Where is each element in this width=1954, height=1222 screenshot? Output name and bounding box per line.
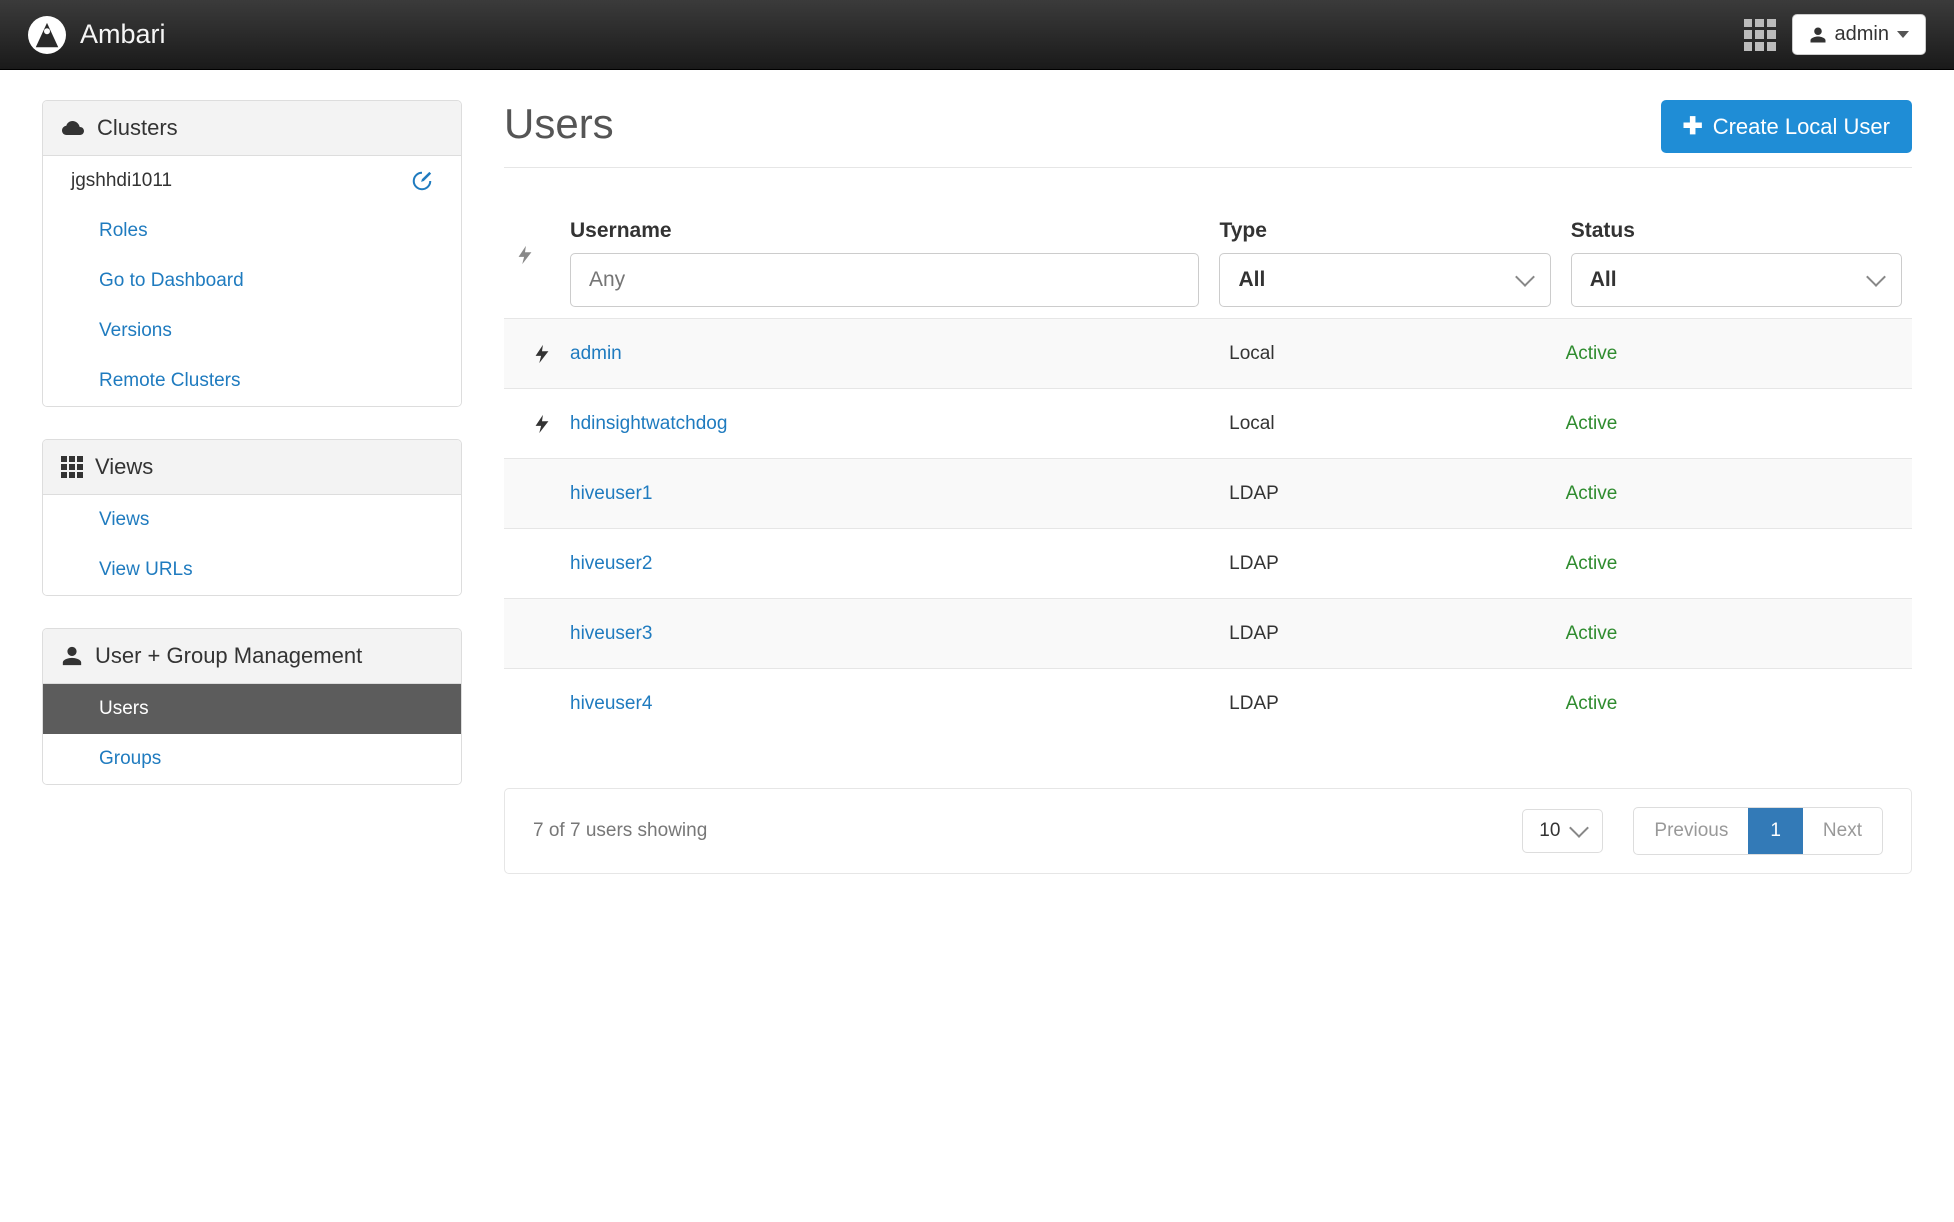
username-link[interactable]: hiveuser4 xyxy=(570,693,652,714)
user-menu-label: admin xyxy=(1835,23,1889,46)
username-filter-input[interactable] xyxy=(570,253,1199,307)
chevron-down-icon xyxy=(1515,267,1535,287)
table-row: hiveuser4 LDAPActive xyxy=(504,668,1912,738)
user-icon xyxy=(61,645,83,667)
sidebar-item-dashboard[interactable]: Go to Dashboard xyxy=(43,256,461,306)
sidebar-header-views: Views xyxy=(43,440,461,495)
page-size-value: 10 xyxy=(1539,820,1560,842)
username-link[interactable]: hiveuser3 xyxy=(570,623,652,644)
sidebar-item-remote-clusters-label: Remote Clusters xyxy=(99,370,241,392)
create-local-user-button[interactable]: ✚ Create Local User xyxy=(1661,100,1912,153)
brand[interactable]: Ambari xyxy=(28,16,166,54)
type-cell: Local xyxy=(1229,343,1565,365)
sidebar-item-roles[interactable]: Roles xyxy=(43,206,461,256)
sidebar-panel-views: Views Views View URLs xyxy=(42,439,462,596)
admin-indicator xyxy=(514,343,570,365)
nav-right: admin xyxy=(1744,14,1926,55)
type-filter-dropdown[interactable]: All xyxy=(1219,253,1550,307)
sidebar-header-clusters: Clusters xyxy=(43,101,461,156)
sidebar-item-versions[interactable]: Versions xyxy=(43,306,461,356)
admin-bolt-icon xyxy=(531,413,553,435)
sidebar-item-views[interactable]: Views xyxy=(43,495,461,545)
user-menu-button[interactable]: admin xyxy=(1792,14,1926,55)
sidebar-item-groups-label: Groups xyxy=(99,748,161,770)
cluster-name-item: jgshhdi1011 xyxy=(43,156,461,206)
type-cell: LDAP xyxy=(1229,483,1565,505)
users-table: Username Type All Status All xyxy=(504,208,1912,738)
type-cell: LDAP xyxy=(1229,623,1565,645)
pager-current-page[interactable]: 1 xyxy=(1748,808,1803,854)
col-header-status: Status xyxy=(1571,219,1902,243)
grid-icon xyxy=(61,456,83,478)
sidebar-item-groups[interactable]: Groups xyxy=(43,734,461,784)
table-row: admin LocalActive xyxy=(504,318,1912,388)
sidebar-item-users[interactable]: Users xyxy=(43,684,461,734)
cloud-icon xyxy=(61,119,85,137)
type-cell: LDAP xyxy=(1229,553,1565,575)
admin-bolt-icon xyxy=(514,244,536,266)
col-header-username: Username xyxy=(570,219,1199,243)
sidebar-item-dashboard-label: Go to Dashboard xyxy=(99,270,244,292)
pager-next-button[interactable]: Next xyxy=(1803,808,1882,854)
sidebar-item-view-urls[interactable]: View URLs xyxy=(43,545,461,595)
table-footer: 7 of 7 users showing 10 Previous 1 Next xyxy=(504,788,1912,874)
sidebar-item-roles-label: Roles xyxy=(99,220,148,242)
sidebar-header-ugm-label: User + Group Management xyxy=(95,643,362,669)
user-icon xyxy=(1809,26,1827,44)
caret-down-icon xyxy=(1897,31,1909,38)
type-filter-selected: All xyxy=(1238,268,1265,292)
username-link[interactable]: hiveuser2 xyxy=(570,553,652,574)
showing-count: 7 of 7 users showing xyxy=(533,820,707,842)
status-filter-selected: All xyxy=(1590,268,1617,292)
chevron-down-icon xyxy=(1866,267,1886,287)
sidebar-header-views-label: Views xyxy=(95,454,153,480)
status-cell: Active xyxy=(1566,553,1618,574)
cluster-name: jgshhdi1011 xyxy=(71,170,172,192)
admin-bolt-icon xyxy=(531,343,553,365)
chevron-down-icon xyxy=(1570,818,1590,838)
status-cell: Active xyxy=(1566,413,1618,434)
pager: Previous 1 Next xyxy=(1633,807,1883,855)
table-row: hiveuser1 LDAPActive xyxy=(504,458,1912,528)
apps-grid-icon[interactable] xyxy=(1744,19,1776,51)
top-navbar: Ambari admin xyxy=(0,0,1954,70)
divider xyxy=(504,167,1912,168)
table-row: hdinsightwatchdog LocalActive xyxy=(504,388,1912,458)
status-cell: Active xyxy=(1566,483,1618,504)
sidebar-panel-ugm: User + Group Management Users Groups xyxy=(42,628,462,785)
sidebar-item-users-label: Users xyxy=(99,698,149,720)
sidebar-header-ugm: User + Group Management xyxy=(43,629,461,684)
plus-icon: ✚ xyxy=(1683,112,1703,141)
username-link[interactable]: admin xyxy=(570,343,622,364)
table-row: hiveuser3 LDAPActive xyxy=(504,598,1912,668)
brand-text: Ambari xyxy=(80,19,166,50)
username-link[interactable]: hdinsightwatchdog xyxy=(570,413,727,434)
username-link[interactable]: hiveuser1 xyxy=(570,483,652,504)
col-header-type: Type xyxy=(1219,219,1550,243)
sidebar-item-views-label: Views xyxy=(99,509,149,531)
sidebar: Clusters jgshhdi1011 Roles Go to Dashboa… xyxy=(42,100,462,874)
edit-cluster-icon[interactable] xyxy=(411,170,433,192)
type-cell: LDAP xyxy=(1229,693,1565,715)
ambari-logo-icon xyxy=(28,16,66,54)
admin-indicator xyxy=(514,413,570,435)
pager-prev-button[interactable]: Previous xyxy=(1634,808,1748,854)
status-cell: Active xyxy=(1566,623,1618,644)
type-cell: Local xyxy=(1229,413,1565,435)
table-row: hiveuser2 LDAPActive xyxy=(504,528,1912,598)
status-filter-dropdown[interactable]: All xyxy=(1571,253,1902,307)
sidebar-panel-clusters: Clusters jgshhdi1011 Roles Go to Dashboa… xyxy=(42,100,462,407)
sidebar-item-versions-label: Versions xyxy=(99,320,172,342)
create-local-user-label: Create Local User xyxy=(1713,114,1890,140)
status-cell: Active xyxy=(1566,343,1618,364)
page-title: Users xyxy=(504,100,614,148)
status-cell: Active xyxy=(1566,693,1618,714)
sidebar-item-view-urls-label: View URLs xyxy=(99,559,193,581)
sidebar-header-clusters-label: Clusters xyxy=(97,115,178,141)
sidebar-item-remote-clusters[interactable]: Remote Clusters xyxy=(43,356,461,406)
main-content: Users ✚ Create Local User Username Type xyxy=(504,100,1912,874)
page-size-dropdown[interactable]: 10 xyxy=(1522,809,1603,853)
table-header-row: Username Type All Status All xyxy=(504,208,1912,318)
